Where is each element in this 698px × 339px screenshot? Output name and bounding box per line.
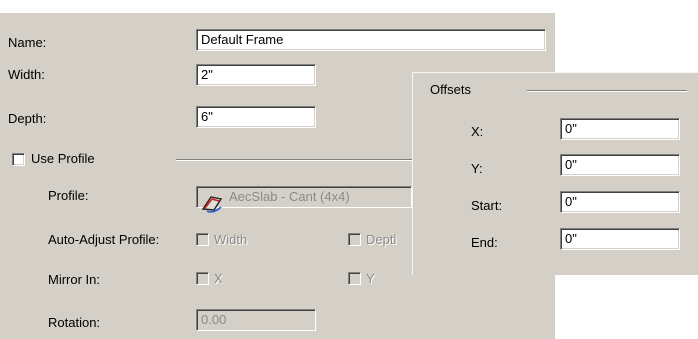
mirror-x-checkbox[interactable]: [196, 272, 209, 285]
rotation-label: Rotation:: [48, 315, 101, 330]
offset-x-label: X:: [471, 124, 484, 139]
width-label: Width:: [8, 67, 45, 82]
offset-start-label: Start:: [471, 198, 503, 213]
mirror-y-checkbox[interactable]: [348, 272, 361, 285]
name-label: Name:: [8, 35, 47, 50]
width-input[interactable]: 2": [196, 64, 316, 86]
rotation-input[interactable]: 0.00: [196, 309, 316, 331]
auto-adjust-width-checkbox[interactable]: [196, 233, 209, 246]
offset-end-input[interactable]: 0": [560, 228, 680, 250]
mirror-y-label: Y: [366, 271, 375, 286]
auto-adjust-depth-label: Deptl: [366, 232, 397, 247]
offset-y-label: Y:: [471, 161, 483, 176]
profile-shape-icon: [201, 196, 223, 213]
mirror-x-label: X: [214, 271, 223, 286]
offsets-title: Offsets: [430, 82, 471, 97]
auto-adjust-depth-checkbox[interactable]: [348, 233, 361, 246]
use-profile-separator: [176, 159, 412, 161]
offset-x-input[interactable]: 0": [560, 118, 680, 140]
profile-label: Profile:: [48, 188, 89, 203]
auto-adjust-label: Auto-Adjust Profile:: [48, 232, 160, 247]
use-profile-label[interactable]: Use Profile: [31, 151, 95, 167]
offset-end-label: End:: [471, 235, 498, 250]
offset-start-input[interactable]: 0": [560, 191, 680, 213]
depth-input[interactable]: 6": [196, 106, 316, 128]
mirror-in-label: Mirror In:: [48, 272, 100, 287]
depth-label: Depth:: [8, 111, 47, 126]
auto-adjust-width-label: Width: [214, 232, 248, 247]
use-profile-checkbox[interactable]: [12, 153, 25, 166]
offsets-separator: [527, 90, 687, 92]
profile-select[interactable]: AecSlab - Cant (4x4): [196, 186, 412, 208]
offset-y-input[interactable]: 0": [560, 154, 680, 176]
name-input[interactable]: Default Frame: [196, 29, 546, 51]
offsets-panel: Offsets X: 0" Y: 0" Start: 0" End: 0": [412, 72, 698, 275]
